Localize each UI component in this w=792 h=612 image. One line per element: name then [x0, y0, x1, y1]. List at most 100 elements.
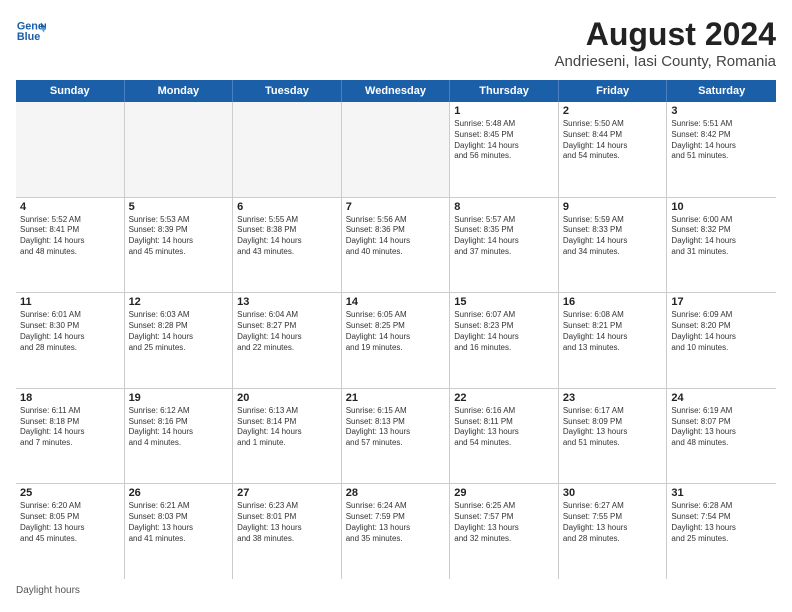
cell-day-number: 29 — [454, 487, 554, 499]
cell-day-number: 31 — [671, 487, 772, 499]
cell-day-number: 21 — [346, 392, 446, 404]
calendar-cell-w4-d2: 19Sunrise: 6:12 AM Sunset: 8:16 PM Dayli… — [125, 389, 234, 484]
cell-day-number: 24 — [671, 392, 772, 404]
calendar-cell-w3-d1: 11Sunrise: 6:01 AM Sunset: 8:30 PM Dayli… — [16, 293, 125, 388]
page: General Blue August 2024 Andrieseni, Ias… — [0, 0, 792, 612]
calendar-cell-w5-d7: 31 Sunrise: 6:28 AM Sunset: 7:54 PM Dayli… — [667, 484, 776, 579]
cell-info-text: Sunrise: 6:17 AM Sunset: 8:09 PM Dayligh… — [563, 406, 663, 449]
calendar-cell-w5-d2: 26 Sunrise: 6:21 AM Sunset: 8:03 PM Dayli… — [125, 484, 234, 579]
calendar-cell-w1-d1 — [16, 102, 125, 197]
title-block: August 2024 Andrieseni, Iasi County, Rom… — [555, 16, 777, 70]
cell-day-number: 15 — [454, 296, 554, 308]
calendar-cell-w3-d7: 17Sunrise: 6:09 AM Sunset: 8:20 PM Dayli… — [667, 293, 776, 388]
cell-day-number: 7 — [346, 201, 446, 213]
cell-day-number: 30 — [563, 487, 663, 499]
cell-info-text: Sunrise: 5:56 AM Sunset: 8:36 PM Dayligh… — [346, 215, 446, 258]
cell-info-text: Sunrise: 5:53 AM Sunset: 8:39 PM Dayligh… — [129, 215, 229, 258]
cell-info-text: Sunrise: 6:27 AM Sunset: 7:55 PM Dayligh… — [563, 501, 663, 544]
cell-day-number: 6 — [237, 201, 337, 213]
cell-day-number: 5 — [129, 201, 229, 213]
cell-day-number: 10 — [671, 201, 772, 213]
calendar-row-5: 25 Sunrise: 6:20 AM Sunset: 8:05 PM Dayli… — [16, 484, 776, 579]
cell-info-text: Sunrise: 6:28 AM Sunset: 7:54 PM Dayligh… — [671, 501, 772, 544]
calendar-cell-w2-d3: 6 Sunrise: 5:55 AM Sunset: 8:38 PM Daylig… — [233, 198, 342, 293]
col-header-sunday: Sunday — [16, 80, 125, 102]
cell-day-number: 19 — [129, 392, 229, 404]
cell-info-text: Sunrise: 5:48 AM Sunset: 8:45 PM Dayligh… — [454, 119, 554, 162]
cell-day-number: 3 — [671, 105, 772, 117]
cell-info-text: Sunrise: 5:50 AM Sunset: 8:44 PM Dayligh… — [563, 119, 663, 162]
cell-info-text: Sunrise: 5:59 AM Sunset: 8:33 PM Dayligh… — [563, 215, 663, 258]
calendar-cell-w4-d7: 24 Sunrise: 6:19 AM Sunset: 8:07 PM Dayli… — [667, 389, 776, 484]
cell-day-number: 25 — [20, 487, 120, 499]
calendar-row-1: 1 Sunrise: 5:48 AM Sunset: 8:45 PM Daylig… — [16, 102, 776, 198]
main-title: August 2024 — [555, 16, 777, 53]
cell-info-text: Sunrise: 6:23 AM Sunset: 8:01 PM Dayligh… — [237, 501, 337, 544]
cell-day-number: 14 — [346, 296, 446, 308]
cell-day-number: 27 — [237, 487, 337, 499]
calendar-row-2: 4 Sunrise: 5:52 AM Sunset: 8:41 PM Daylig… — [16, 198, 776, 294]
calendar-cell-w2-d1: 4 Sunrise: 5:52 AM Sunset: 8:41 PM Daylig… — [16, 198, 125, 293]
cell-info-text: Sunrise: 6:25 AM Sunset: 7:57 PM Dayligh… — [454, 501, 554, 544]
cell-day-number: 17 — [671, 296, 772, 308]
cell-day-number: 12 — [129, 296, 229, 308]
cell-info-text: Sunrise: 6:00 AM Sunset: 8:32 PM Dayligh… — [671, 215, 772, 258]
cell-info-text: Sunrise: 6:08 AM Sunset: 8:21 PM Dayligh… — [563, 310, 663, 353]
cell-info-text: Sunrise: 6:21 AM Sunset: 8:03 PM Dayligh… — [129, 501, 229, 544]
calendar-cell-w3-d2: 12 Sunrise: 6:03 AM Sunset: 8:28 PM Dayli… — [125, 293, 234, 388]
calendar-cell-w1-d7: 3 Sunrise: 5:51 AM Sunset: 8:42 PM Daylig… — [667, 102, 776, 197]
cell-day-number: 4 — [20, 201, 120, 213]
cell-info-text: Sunrise: 6:07 AM Sunset: 8:23 PM Dayligh… — [454, 310, 554, 353]
footer: Daylight hours — [16, 585, 776, 596]
calendar-cell-w1-d6: 2Sunrise: 5:50 AM Sunset: 8:44 PM Daylig… — [559, 102, 668, 197]
calendar-header: SundayMondayTuesdayWednesdayThursdayFrid… — [16, 80, 776, 102]
calendar-row-3: 11Sunrise: 6:01 AM Sunset: 8:30 PM Dayli… — [16, 293, 776, 389]
calendar-cell-w4-d4: 21Sunrise: 6:15 AM Sunset: 8:13 PM Dayli… — [342, 389, 451, 484]
cell-day-number: 11 — [20, 296, 120, 308]
logo-icon: General Blue — [16, 16, 46, 46]
cell-info-text: Sunrise: 5:57 AM Sunset: 8:35 PM Dayligh… — [454, 215, 554, 258]
cell-day-number: 26 — [129, 487, 229, 499]
calendar-cell-w5-d5: 29 Sunrise: 6:25 AM Sunset: 7:57 PM Dayli… — [450, 484, 559, 579]
col-header-monday: Monday — [125, 80, 234, 102]
calendar-cell-w2-d7: 10 Sunrise: 6:00 AM Sunset: 8:32 PM Dayli… — [667, 198, 776, 293]
cell-info-text: Sunrise: 6:03 AM Sunset: 8:28 PM Dayligh… — [129, 310, 229, 353]
calendar-cell-w2-d6: 9 Sunrise: 5:59 AM Sunset: 8:33 PM Daylig… — [559, 198, 668, 293]
col-header-wednesday: Wednesday — [342, 80, 451, 102]
svg-text:Blue: Blue — [17, 31, 40, 43]
calendar-cell-w1-d5: 1 Sunrise: 5:48 AM Sunset: 8:45 PM Daylig… — [450, 102, 559, 197]
calendar-cell-w5-d4: 28Sunrise: 6:24 AM Sunset: 7:59 PM Dayli… — [342, 484, 451, 579]
calendar-cell-w4-d5: 22 Sunrise: 6:16 AM Sunset: 8:11 PM Dayli… — [450, 389, 559, 484]
cell-day-number: 20 — [237, 392, 337, 404]
header: General Blue August 2024 Andrieseni, Ias… — [16, 16, 776, 70]
cell-info-text: Sunrise: 6:16 AM Sunset: 8:11 PM Dayligh… — [454, 406, 554, 449]
calendar-cell-w1-d3 — [233, 102, 342, 197]
calendar-cell-w3-d4: 14 Sunrise: 6:05 AM Sunset: 8:25 PM Dayli… — [342, 293, 451, 388]
calendar-cell-w2-d2: 5 Sunrise: 5:53 AM Sunset: 8:39 PM Daylig… — [125, 198, 234, 293]
calendar-cell-w2-d5: 8Sunrise: 5:57 AM Sunset: 8:35 PM Daylig… — [450, 198, 559, 293]
calendar-cell-w4-d1: 18Sunrise: 6:11 AM Sunset: 8:18 PM Dayli… — [16, 389, 125, 484]
footer-text: Daylight hours — [16, 585, 80, 596]
cell-day-number: 22 — [454, 392, 554, 404]
cell-day-number: 18 — [20, 392, 120, 404]
cell-day-number: 23 — [563, 392, 663, 404]
cell-info-text: Sunrise: 6:20 AM Sunset: 8:05 PM Dayligh… — [20, 501, 120, 544]
calendar-cell-w5-d6: 30 Sunrise: 6:27 AM Sunset: 7:55 PM Dayli… — [559, 484, 668, 579]
col-header-saturday: Saturday — [667, 80, 776, 102]
cell-info-text: Sunrise: 6:05 AM Sunset: 8:25 PM Dayligh… — [346, 310, 446, 353]
cell-info-text: Sunrise: 6:13 AM Sunset: 8:14 PM Dayligh… — [237, 406, 337, 449]
cell-info-text: Sunrise: 5:51 AM Sunset: 8:42 PM Dayligh… — [671, 119, 772, 162]
calendar-cell-w3-d5: 15 Sunrise: 6:07 AM Sunset: 8:23 PM Dayli… — [450, 293, 559, 388]
calendar-cell-w3-d3: 13Sunrise: 6:04 AM Sunset: 8:27 PM Dayli… — [233, 293, 342, 388]
cell-day-number: 16 — [563, 296, 663, 308]
cell-info-text: Sunrise: 5:55 AM Sunset: 8:38 PM Dayligh… — [237, 215, 337, 258]
cell-info-text: Sunrise: 6:19 AM Sunset: 8:07 PM Dayligh… — [671, 406, 772, 449]
cell-day-number: 9 — [563, 201, 663, 213]
cell-day-number: 1 — [454, 105, 554, 117]
calendar-cell-w2-d4: 7 Sunrise: 5:56 AM Sunset: 8:36 PM Daylig… — [342, 198, 451, 293]
cell-info-text: Sunrise: 5:52 AM Sunset: 8:41 PM Dayligh… — [20, 215, 120, 258]
calendar-cell-w4-d3: 20 Sunrise: 6:13 AM Sunset: 8:14 PM Dayli… — [233, 389, 342, 484]
calendar-cell-w5-d1: 25 Sunrise: 6:20 AM Sunset: 8:05 PM Dayli… — [16, 484, 125, 579]
calendar-cell-w1-d4 — [342, 102, 451, 197]
calendar-body: 1 Sunrise: 5:48 AM Sunset: 8:45 PM Daylig… — [16, 102, 776, 579]
